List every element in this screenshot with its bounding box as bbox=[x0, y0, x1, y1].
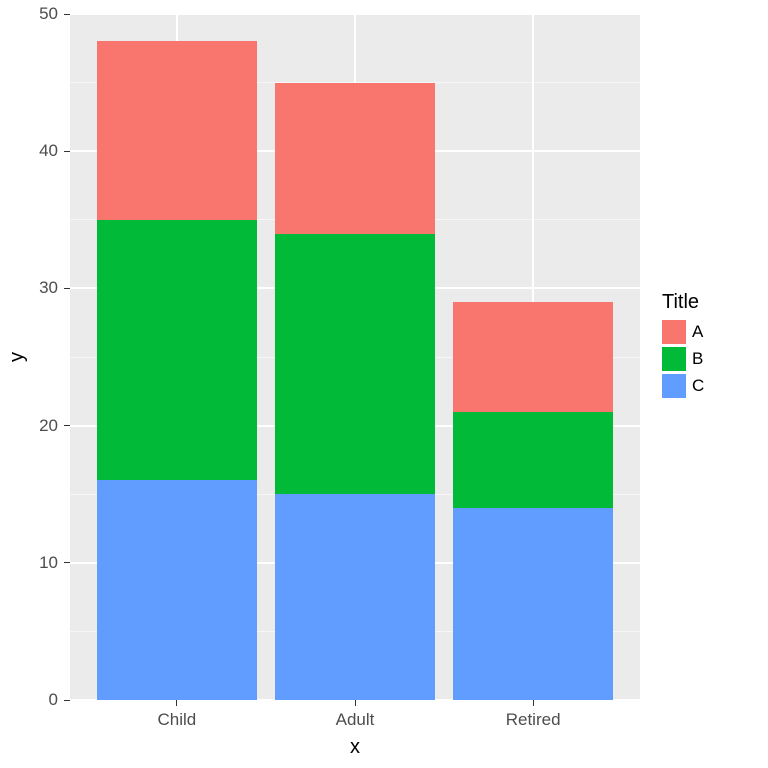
x-tick-mark bbox=[176, 700, 177, 706]
y-tick-mark bbox=[64, 151, 70, 152]
y-tick-mark bbox=[64, 425, 70, 426]
y-tick-label: 20 bbox=[0, 416, 58, 436]
legend-item: B bbox=[662, 347, 704, 371]
y-tick-label: 40 bbox=[0, 141, 58, 161]
y-tick-mark bbox=[64, 288, 70, 289]
y-tick-mark bbox=[64, 700, 70, 701]
bar-segment bbox=[453, 412, 613, 508]
y-tick-label: 10 bbox=[0, 553, 58, 573]
y-tick-mark bbox=[64, 14, 70, 15]
y-tick-label: 30 bbox=[0, 278, 58, 298]
legend-title: Title bbox=[662, 291, 704, 314]
bar-segment bbox=[275, 83, 435, 234]
legend-item: A bbox=[662, 320, 704, 344]
x-tick-label: Adult bbox=[295, 710, 415, 730]
legend-label: C bbox=[692, 376, 704, 396]
bar-segment bbox=[97, 480, 257, 700]
x-axis-title: x bbox=[70, 736, 640, 759]
legend-key bbox=[662, 320, 686, 344]
x-tick-mark bbox=[355, 700, 356, 706]
legend-label: A bbox=[692, 322, 703, 342]
y-tick-label: 0 bbox=[0, 690, 58, 710]
y-tick-mark bbox=[64, 562, 70, 563]
x-tick-mark bbox=[533, 700, 534, 706]
legend-item: C bbox=[662, 374, 704, 398]
legend-label: B bbox=[692, 349, 703, 369]
legend-key bbox=[662, 374, 686, 398]
bar-segment bbox=[97, 41, 257, 219]
bar-segment bbox=[275, 494, 435, 700]
x-tick-label: Child bbox=[117, 710, 237, 730]
bar-segment bbox=[453, 302, 613, 412]
bar-segment bbox=[453, 508, 613, 700]
legend-key bbox=[662, 347, 686, 371]
legend: Title ABC bbox=[662, 291, 704, 401]
chart-container: y x Title ABC 0 10 20 30 40 50 Child Adult Retir… bbox=[0, 0, 768, 768]
x-tick-label: Retired bbox=[473, 710, 593, 730]
y-tick-label: 50 bbox=[0, 4, 58, 24]
bar-segment bbox=[97, 220, 257, 481]
y-axis-title: y bbox=[6, 345, 30, 369]
bar-segment bbox=[275, 234, 435, 495]
